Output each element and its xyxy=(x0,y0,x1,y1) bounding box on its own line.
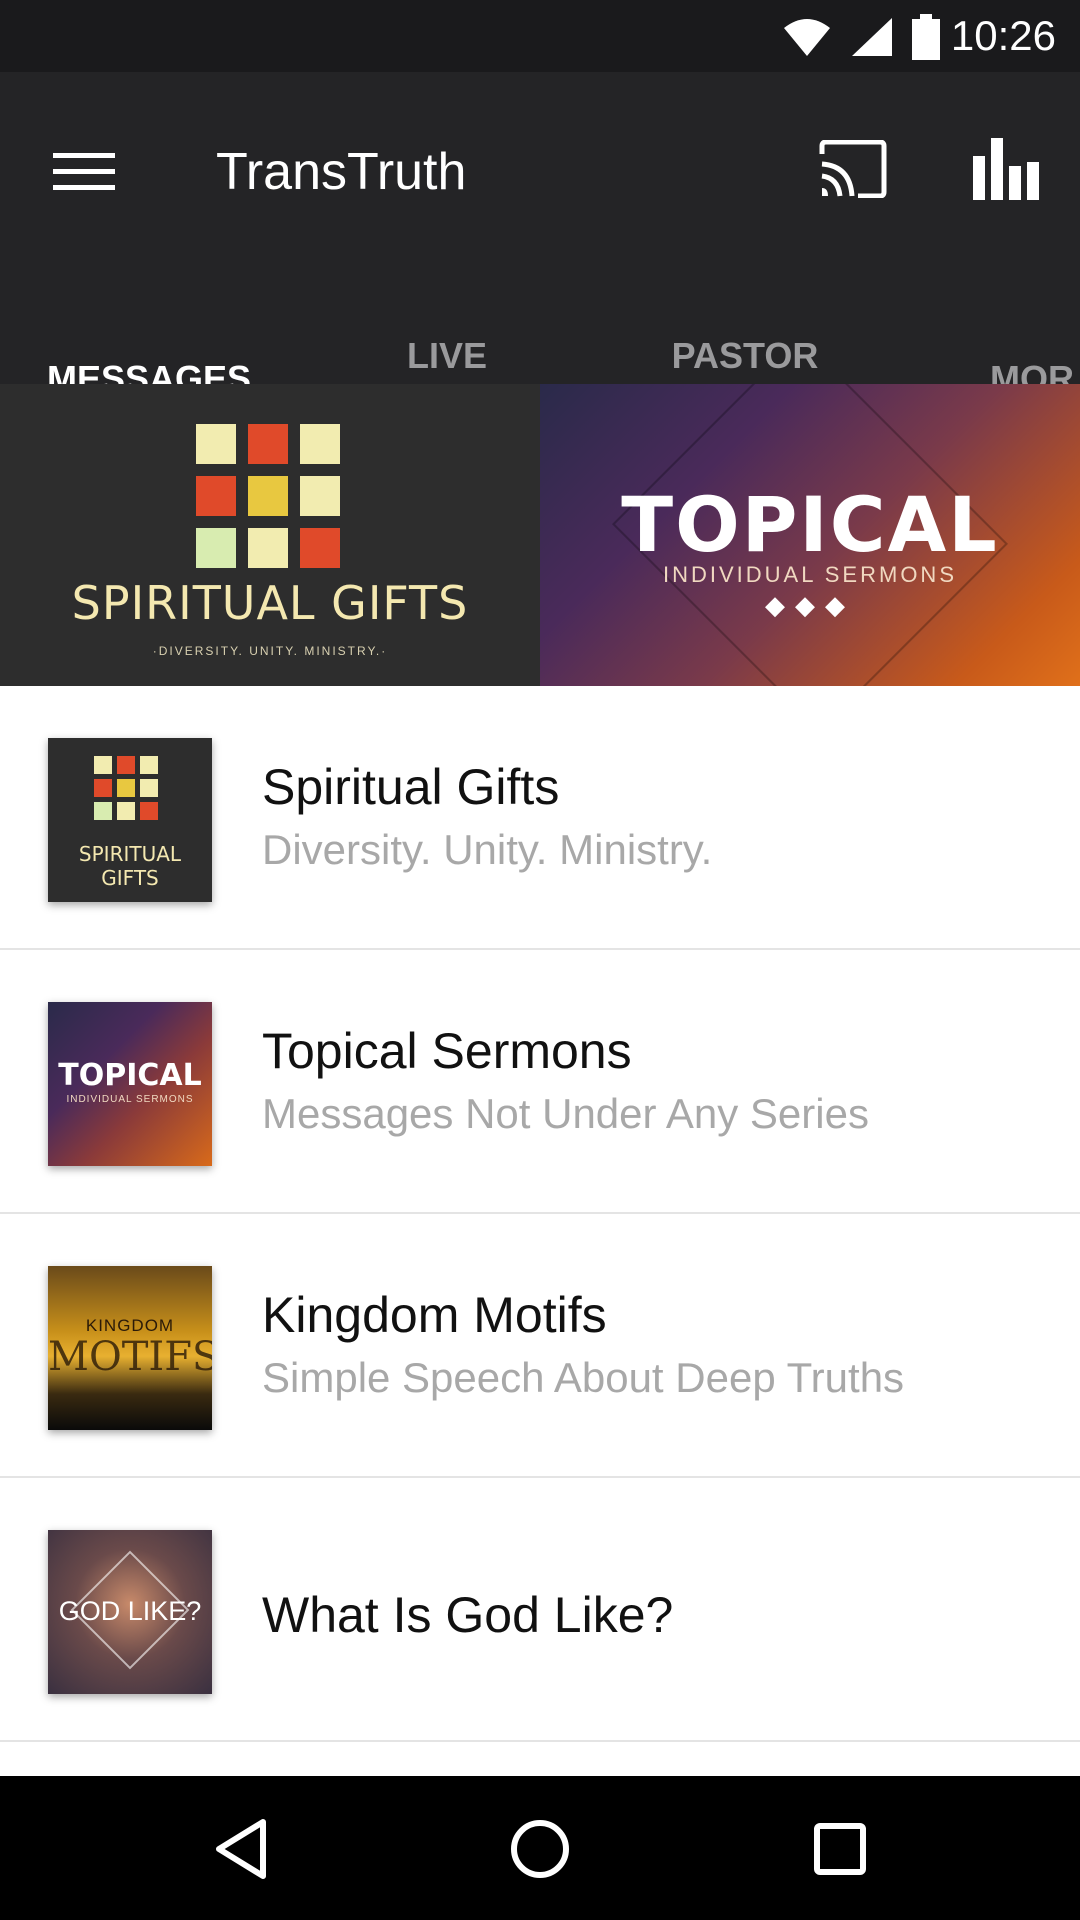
cast-icon xyxy=(819,140,887,198)
status-bar: 10:26 xyxy=(0,0,1080,72)
status-time: 10:26 xyxy=(950,12,1056,59)
menu-icon xyxy=(53,153,115,190)
thumb-title-2: MOTIFS xyxy=(48,1334,212,1380)
signal-icon xyxy=(852,18,892,56)
stats-button[interactable] xyxy=(962,124,1052,214)
bar-chart-icon xyxy=(973,138,1039,200)
thumb-title: GOD LIKE? xyxy=(58,1596,202,1626)
hero-right-title: TOPICAL xyxy=(621,480,999,569)
menu-button[interactable] xyxy=(42,130,126,214)
hero-topical[interactable]: TOPICAL INDIVIDUAL SERMONS ◆◆◆ xyxy=(540,384,1080,686)
hero-banners: SPIRITUAL GIFTS ·DIVERSITY. UNITY. MINIS… xyxy=(0,384,1080,686)
series-list: SPIRITUAL GIFTS Spiritual Gifts Diversit… xyxy=(0,686,1080,1742)
list-item[interactable]: GOD LIKE? What Is God Like? xyxy=(0,1478,1080,1742)
app-title: TransTruth xyxy=(216,143,467,201)
wifi-icon xyxy=(784,19,830,56)
back-button[interactable] xyxy=(196,1804,286,1894)
thumb-title: SPIRITUAL GIFTS xyxy=(78,842,182,890)
series-subtitle: Diversity. Unity. Ministry. xyxy=(262,826,713,873)
series-thumbnail: TOPICAL INDIVIDUAL SERMONS xyxy=(48,1002,212,1166)
status-icons xyxy=(782,14,940,60)
navigation-bar xyxy=(0,1776,1080,1920)
series-thumbnail: KINGDOM MOTIFS xyxy=(48,1266,212,1430)
hero-left-subtitle: ·DIVERSITY. UNITY. MINISTRY.· xyxy=(152,644,388,658)
gifts-icon-grid xyxy=(196,424,340,568)
recents-button[interactable] xyxy=(795,1804,885,1894)
series-subtitle: Simple Speech About Deep Truths xyxy=(262,1354,905,1401)
cast-button[interactable] xyxy=(808,124,898,214)
home-icon xyxy=(511,1820,569,1878)
series-title: Topical Sermons xyxy=(262,1023,632,1079)
hero-right-subtitle: INDIVIDUAL SERMONS xyxy=(662,562,957,587)
recents-icon xyxy=(814,1823,866,1875)
series-title: Kingdom Motifs xyxy=(262,1287,607,1343)
hero-right-dots: ◆◆◆ xyxy=(765,590,855,620)
hero-left-title: SPIRITUAL GIFTS xyxy=(71,576,469,630)
thumb-title: TOPICAL xyxy=(58,1058,202,1093)
series-thumbnail: GOD LIKE? xyxy=(48,1530,212,1694)
battery-icon xyxy=(912,14,940,60)
thumb-title: KINGDOM xyxy=(85,1316,175,1335)
back-icon xyxy=(216,1819,266,1879)
list-item[interactable]: SPIRITUAL GIFTS Spiritual Gifts Diversit… xyxy=(0,686,1080,950)
series-title: What Is God Like? xyxy=(262,1587,674,1643)
series-subtitle: Messages Not Under Any Series xyxy=(262,1090,869,1137)
home-button[interactable] xyxy=(495,1804,585,1894)
app-bar: TransTruth MESSAGES LIVE SERVICES PASTOR… xyxy=(0,72,1080,456)
thumb-subtitle: INDIVIDUAL SERMONS xyxy=(66,1094,194,1105)
list-item[interactable]: TOPICAL INDIVIDUAL SERMONS Topical Sermo… xyxy=(0,950,1080,1214)
list-item[interactable]: KINGDOM MOTIFS Kingdom Motifs Simple Spe… xyxy=(0,1214,1080,1478)
series-thumbnail: SPIRITUAL GIFTS xyxy=(48,738,212,902)
hero-spiritual-gifts[interactable]: SPIRITUAL GIFTS ·DIVERSITY. UNITY. MINIS… xyxy=(0,384,540,686)
series-title: Spiritual Gifts xyxy=(262,759,560,815)
